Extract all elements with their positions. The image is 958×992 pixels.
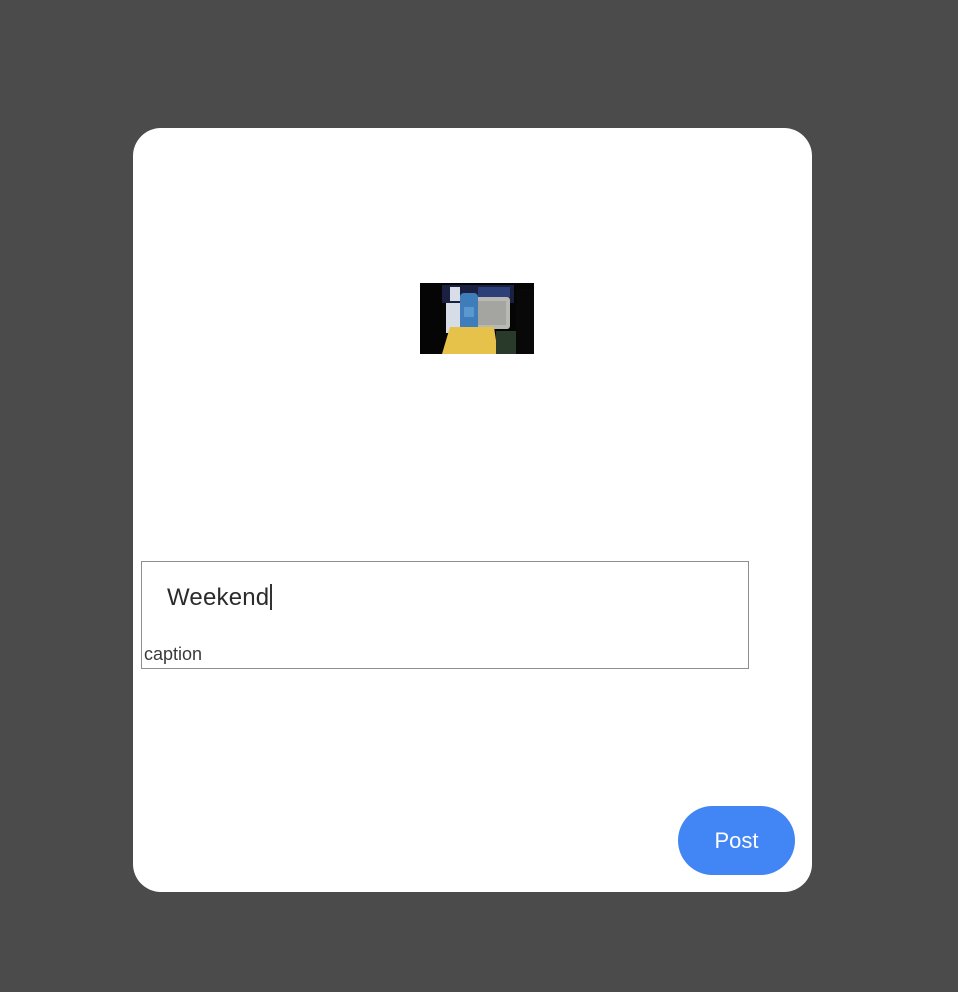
post-dialog: Weekend caption Post xyxy=(133,128,812,892)
post-button[interactable]: Post xyxy=(678,806,795,875)
text-caret xyxy=(270,584,273,610)
caption-value-text: Weekend xyxy=(167,584,270,611)
caption-field[interactable]: Weekend caption xyxy=(141,561,749,669)
caption-label: caption xyxy=(144,644,203,664)
photo-thumbnail xyxy=(420,283,534,354)
caption-input[interactable]: Weekend xyxy=(167,584,273,612)
